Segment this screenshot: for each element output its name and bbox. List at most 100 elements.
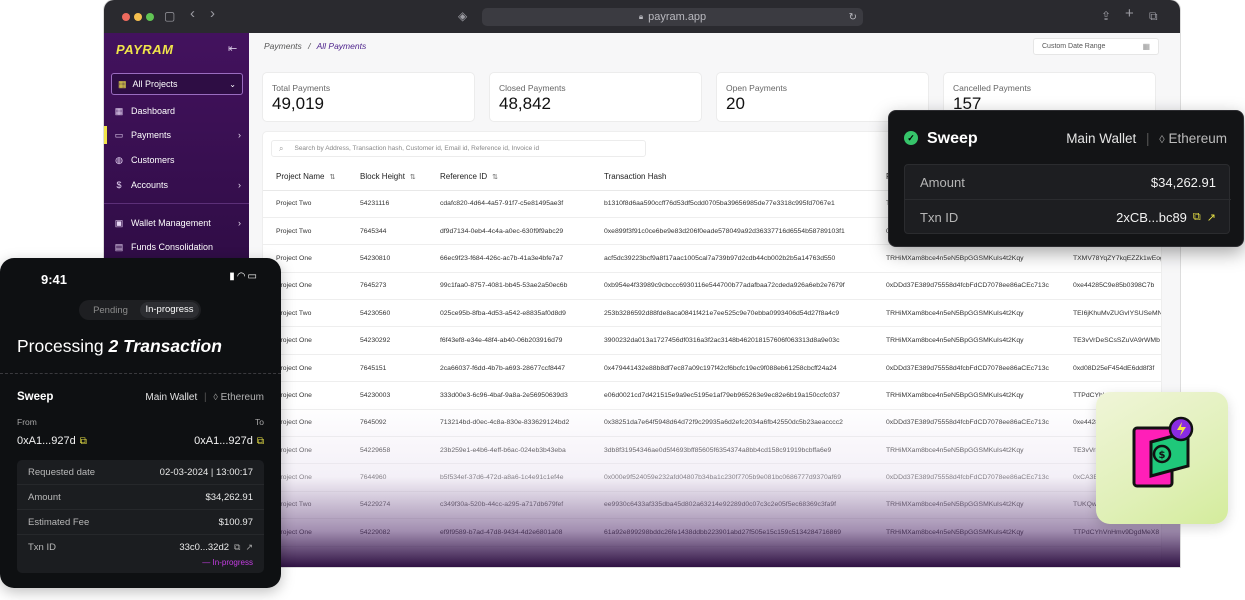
tabs-overview-icon[interactable]: ⧉ bbox=[1149, 9, 1158, 23]
column-header[interactable]: Reference ID ⇅ bbox=[427, 164, 591, 191]
sweep-title: Sweep bbox=[17, 391, 54, 403]
card-icon: ▭ bbox=[114, 130, 124, 140]
stat-label: Total Payments bbox=[272, 83, 331, 93]
tab-in-progress[interactable]: In-progress bbox=[140, 302, 199, 318]
table-cell: 713214bd-d0ec-4c8a-830e-833629124bd2 bbox=[427, 409, 591, 438]
column-header[interactable]: Transaction Hash bbox=[591, 164, 873, 191]
svg-text:$: $ bbox=[1159, 450, 1166, 461]
column-header[interactable]: Project Name ⇅ bbox=[263, 164, 347, 191]
amount-value: $34,262.91 bbox=[1150, 174, 1216, 190]
external-link-icon[interactable]: ↗ bbox=[245, 542, 253, 553]
breadcrumb-root[interactable]: Payments bbox=[264, 41, 302, 51]
detail-value: 33c0...32d2 bbox=[179, 542, 230, 553]
sort-icon[interactable]: ⇅ bbox=[329, 174, 335, 181]
table-cell: TRHiMXam8bce4n5eN5BpGGSMKuIs4t2Kqy bbox=[873, 436, 1060, 465]
sort-icon[interactable]: ⇅ bbox=[492, 174, 498, 181]
table-cell: 7644960 bbox=[347, 463, 427, 492]
mobile-screen: 9:41 ▮◠▭ Pending In-progress Processing … bbox=[0, 258, 281, 588]
table-cell: 54229274 bbox=[347, 491, 427, 520]
shield-icon[interactable]: ◈ bbox=[458, 9, 467, 23]
maximize-window-button[interactable] bbox=[146, 13, 154, 21]
table-cell: 54230003 bbox=[347, 381, 427, 410]
stat-label: Closed Payments bbox=[499, 83, 566, 93]
wallet-name: Main Wallet bbox=[145, 392, 198, 403]
table-cell: 0x38251da7e64f5948d64d72f9c29935a6d2efc2… bbox=[591, 409, 873, 438]
to-address-value: 0xA1...927d bbox=[194, 435, 253, 447]
table-cell: TRHiMXam8bce4n5eN5BpGGSMKuIs4t2Kqy bbox=[873, 491, 1060, 520]
detail-label: Estimated Fee bbox=[28, 516, 90, 528]
back-icon[interactable]: ‹ bbox=[190, 6, 195, 21]
table-row[interactable]: Project One 7645273 99c1faa0-8757-4081-bb4… bbox=[263, 272, 1161, 301]
sweep-card: ✓ Sweep Main Wallet | ◊ Ethereum Amount … bbox=[888, 110, 1244, 247]
status-text: In-progress bbox=[212, 558, 253, 567]
detail-value-group: 33c0...32d2 ⧉ ↗ bbox=[179, 542, 253, 553]
sidebar-item-label: Payments bbox=[131, 130, 172, 140]
reload-icon[interactable]: ↻ bbox=[849, 12, 857, 23]
table-cell: 66ec9f23-f684-426c-ac7b-41a3e4bfe7a7 bbox=[427, 244, 591, 273]
url-text: payram.app bbox=[648, 11, 707, 23]
table-row[interactable]: Project Two 54229274 c349f30a-520b-44cc-a2… bbox=[263, 491, 1161, 520]
detail-label: Txn ID bbox=[28, 542, 56, 553]
copy-icon[interactable]: ⧉ bbox=[257, 436, 264, 447]
table-row[interactable]: Project One 7645151 2ca66037-f6dd-4b7b-a69… bbox=[263, 354, 1161, 383]
project-icon: ▦ bbox=[118, 78, 127, 89]
close-window-button[interactable] bbox=[122, 13, 130, 21]
project-select[interactable]: ▦ All Projects ⌄ bbox=[111, 73, 243, 95]
search-input[interactable]: ⌕ Search by Address, Transaction hash, C… bbox=[271, 140, 646, 157]
table-cell: c349f30a-520b-44cc-a295-a717db679fef bbox=[427, 491, 591, 520]
table-row[interactable]: Project One 54230292 f6f43ef8-e34e-48f4-ab… bbox=[263, 326, 1161, 355]
sidebar-toggle-icon[interactable]: ▢ bbox=[164, 9, 175, 23]
detail-row-requested: Requested date 02-03-2024 | 13:00:17 bbox=[17, 460, 264, 485]
sidebar-item-label: Dashboard bbox=[131, 106, 176, 116]
date-range-picker[interactable]: Custom Date Range ▦ bbox=[1033, 38, 1159, 55]
sidebar-item-dashboard[interactable]: ▦ Dashboard bbox=[104, 102, 249, 120]
table-cell: 54229082 bbox=[347, 518, 427, 547]
table-row[interactable]: Project Two 54230560 025ce95b-8fba-4d53-a5… bbox=[263, 299, 1161, 328]
table-cell: f6f43ef8-e34e-48f4-ab40-06b203916d79 bbox=[427, 326, 591, 355]
from-label: From bbox=[17, 417, 37, 427]
sidebar-item-payments[interactable]: ▭ Payments › bbox=[104, 126, 249, 144]
copy-icon[interactable]: ⧉ bbox=[1193, 211, 1201, 224]
table-cell: 0xDDd37E389d75558d4fcbFdCD7078ee86aCEc71… bbox=[873, 463, 1060, 492]
search-icon: ⌕ bbox=[279, 143, 284, 153]
table-row[interactable]: Project One 7644960 b5f534ef-37d6-472d-a8a… bbox=[263, 463, 1161, 492]
dashed-divider bbox=[0, 373, 281, 374]
new-tab-icon[interactable]: + bbox=[1125, 6, 1134, 21]
sidebar-item-accounts[interactable]: $ Accounts › bbox=[104, 176, 249, 194]
table-row[interactable]: Project One 54230810 66ec9f23-f684-426c-ac… bbox=[263, 244, 1161, 273]
breadcrumb-current: All Payments bbox=[316, 41, 367, 51]
table-row[interactable]: Project One 54229082 ef9f9589-b7ad-47d8-94… bbox=[263, 518, 1161, 547]
folder-icon: ▤ bbox=[114, 242, 124, 252]
column-header[interactable]: Block Height ⇅ bbox=[347, 164, 427, 191]
table-cell: 3900232da013a1727456df0316a3f2ac3148b462… bbox=[591, 326, 873, 355]
table-cell: 7645344 bbox=[347, 217, 427, 246]
minimize-window-button[interactable] bbox=[134, 13, 142, 21]
search-placeholder: Search by Address, Transaction hash, Cus… bbox=[294, 145, 540, 152]
copy-icon[interactable]: ⧉ bbox=[80, 436, 87, 447]
table-row[interactable]: Project One 54229658 23b259e1-e4b6-4eff-b6… bbox=[263, 436, 1161, 465]
table-cell: 7645092 bbox=[347, 409, 427, 438]
tab-pending[interactable]: Pending bbox=[81, 305, 140, 316]
external-link-icon[interactable]: ↗ bbox=[1207, 211, 1216, 224]
table-row[interactable]: Project One 7645092 713214bd-d0ec-4c8a-830… bbox=[263, 409, 1161, 438]
sort-icon[interactable]: ⇅ bbox=[410, 174, 416, 181]
address-bar[interactable]: 🔒︎ payram.app ↻ bbox=[482, 8, 863, 26]
table-cell: 2ca66037-f6dd-4b7b-a693-28677ccf8447 bbox=[427, 354, 591, 383]
sidebar-item-label: Funds Consolidation bbox=[131, 242, 214, 252]
table-cell: 54230810 bbox=[347, 244, 427, 273]
table-cell: TE3vVrDeSCsSZuVA9rWMb bbox=[1060, 326, 1161, 355]
sidebar-item-funds-consolidation[interactable]: ▤ Funds Consolidation bbox=[104, 238, 249, 256]
sidebar-item-customers[interactable]: ◍ Customers bbox=[104, 151, 249, 169]
sidebar-item-label: Accounts bbox=[131, 180, 169, 190]
copy-icon[interactable]: ⧉ bbox=[234, 542, 240, 553]
share-icon[interactable]: ⇪ bbox=[1101, 9, 1111, 23]
table-cell: 0xe44285C9e85b0398C7b bbox=[1060, 272, 1161, 301]
table-row[interactable]: Project One 54230003 333d00e3-6c96-4baf-9a… bbox=[263, 381, 1161, 410]
sidebar-item-wallet-management[interactable]: ▣ Wallet Management › bbox=[104, 214, 249, 232]
transaction-details: Requested date 02-03-2024 | 13:00:17 Amo… bbox=[17, 460, 264, 573]
table-cell: TXMV78YqZY7kqEZZk1wEogo bbox=[1060, 244, 1161, 273]
table-cell: 54231116 bbox=[347, 190, 427, 218]
sweep-details: Amount $34,262.91 Txn ID 2xCB...bc89 ⧉ ↗ bbox=[904, 164, 1231, 234]
collapse-sidebar-icon[interactable]: ⇤ bbox=[228, 42, 237, 55]
forward-icon[interactable]: › bbox=[210, 6, 215, 21]
